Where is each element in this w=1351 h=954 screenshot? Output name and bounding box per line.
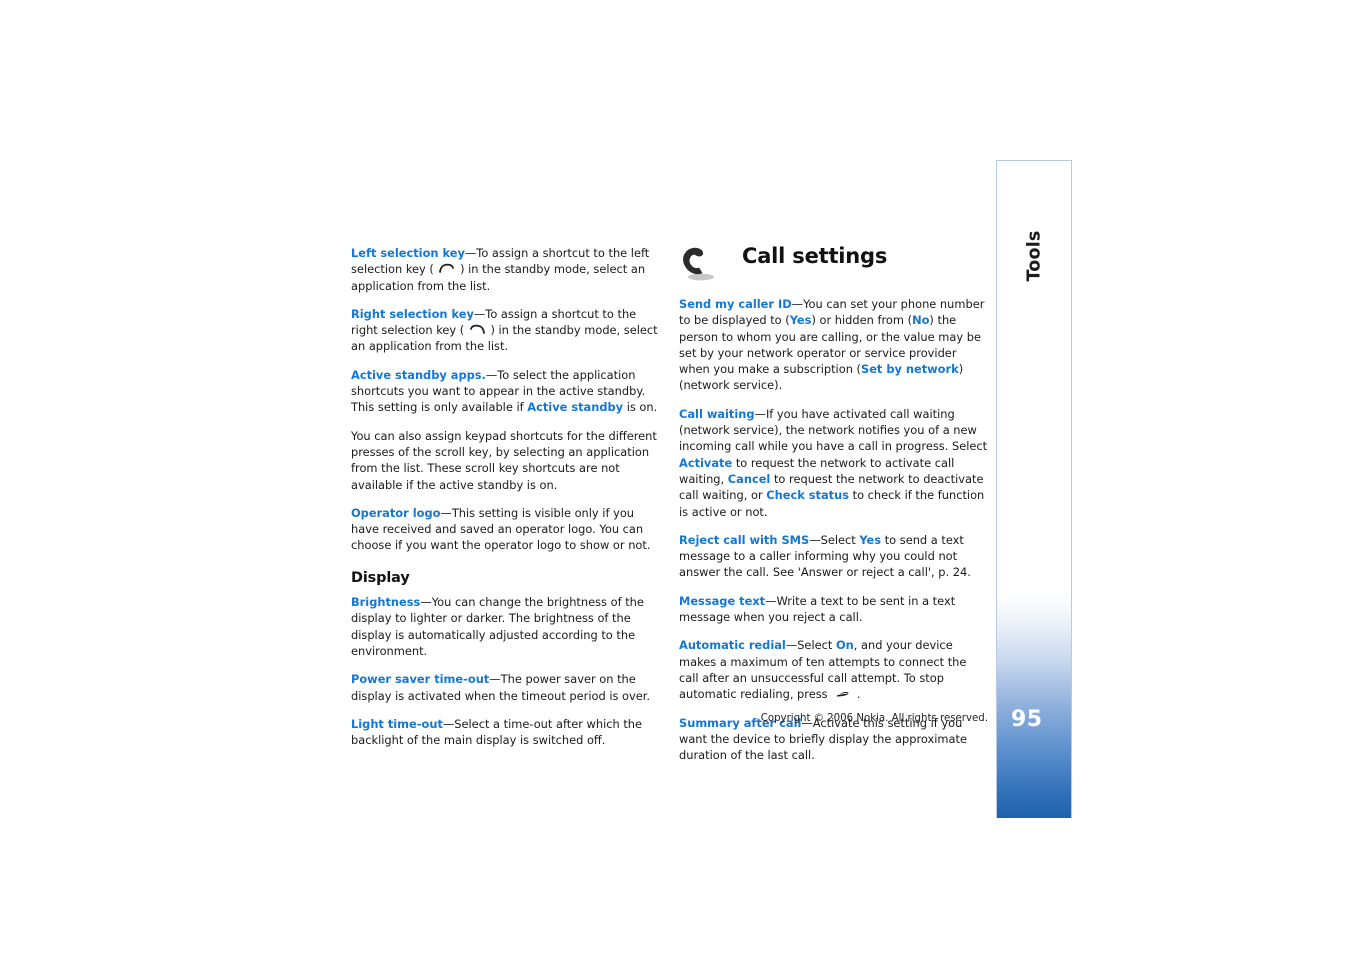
paragraph-operator-logo: Operator logo—This setting is visible on… [351, 505, 663, 554]
paragraph-right-selection-key: Right selection key—To assign a shortcut… [351, 306, 663, 355]
dash: — [785, 638, 798, 653]
chapter-tab-text: Tools [1024, 230, 1045, 282]
right-text-column: Send my caller ID—You can set your phone… [679, 296, 988, 763]
value-yes: Yes [859, 532, 882, 547]
right-selection-key-icon [469, 323, 486, 335]
inline-term-active-standby: Active standby [527, 400, 624, 415]
term-operator-logo: Operator logo [351, 505, 441, 520]
chapter-title: Call settings [742, 244, 888, 268]
term-automatic-redial: Automatic redial [679, 638, 786, 653]
chapter-heading: Call settings [679, 240, 989, 292]
dash: — [765, 593, 777, 608]
paragraph-message-text: Message text—Write a text to be sent in … [679, 593, 988, 626]
paragraph-active-standby-apps: Active standby apps.—To select the appli… [351, 367, 663, 416]
dash: — [489, 672, 501, 687]
value-yes: Yes [789, 313, 812, 328]
paragraph-text: ) or hidden from ( [811, 313, 913, 328]
paragraph-send-my-caller-id: Send my caller ID—You can set your phone… [679, 296, 988, 394]
term-message-text: Message text [679, 593, 766, 608]
dash: — [485, 367, 498, 382]
paragraph-text-cont: is on. [623, 400, 658, 415]
end-call-key-icon [835, 687, 850, 697]
paragraph-text: . [853, 687, 861, 702]
dash: — [440, 505, 452, 520]
term-right-selection-key: Right selection key [351, 306, 474, 321]
dash: — [464, 246, 477, 260]
term-call-waiting: Call waiting [679, 406, 755, 421]
value-set-by-network: Set by network [860, 362, 959, 377]
chapter-tab-label: Tools [997, 161, 1073, 351]
paragraph-reject-call-with-sms: Reject call with SMS—Select Yes to send … [679, 532, 988, 581]
paragraph-brightness: Brightness—You can change the brightness… [351, 594, 663, 659]
paragraph-text: Select [797, 638, 836, 653]
phone-handset-icon [675, 242, 719, 286]
page-number: 95 [1011, 707, 1043, 732]
term-power-saver-time-out: Power saver time-out [351, 672, 490, 687]
paragraph-keypad-shortcuts: You can also assign keypad shortcuts for… [351, 428, 657, 492]
paragraph-power-saver-timeout: Power saver time-out—The power saver on … [351, 671, 663, 704]
term-send-my-caller-id: Send my caller ID [679, 297, 792, 311]
term-brightness: Brightness [351, 595, 421, 610]
value-activate: Activate [679, 455, 733, 470]
paragraph-text: Select [820, 532, 860, 547]
dash: — [420, 595, 432, 610]
value-cancel: Cancel [727, 471, 771, 486]
term-left-selection-key: Left selection key [351, 246, 465, 260]
dash: — [791, 297, 804, 311]
value-on: On [835, 638, 854, 653]
paragraph-automatic-redial: Automatic redial—Select On, and your dev… [679, 637, 988, 702]
dash: — [473, 306, 486, 321]
term-light-time-out: Light time-out [351, 716, 443, 731]
section-heading-display: Display [351, 569, 410, 586]
dash: — [442, 716, 455, 731]
dash: — [754, 406, 766, 421]
value-check-status: Check status [766, 488, 849, 503]
left-text-column: Left selection key—To assign a shortcut … [351, 245, 663, 748]
paragraph-light-timeout: Light time-out—Select a time-out after w… [351, 716, 663, 749]
dash: — [809, 532, 821, 547]
paragraph-call-waiting: Call waiting—If you have activated call … [679, 406, 988, 520]
left-selection-key-icon [438, 262, 455, 274]
chapter-side-tab: Tools 95 [996, 160, 1072, 818]
document-page: Left selection key—To assign a shortcut … [0, 0, 1351, 954]
copyright-notice: Copyright © 2006 Nokia. All rights reser… [760, 713, 988, 724]
term-reject-call-with-sms: Reject call with SMS [679, 532, 810, 547]
value-no: No [912, 313, 930, 328]
paragraph-left-selection-key: Left selection key—To assign a shortcut … [351, 245, 663, 294]
term-active-standby-apps: Active standby apps. [351, 367, 486, 382]
